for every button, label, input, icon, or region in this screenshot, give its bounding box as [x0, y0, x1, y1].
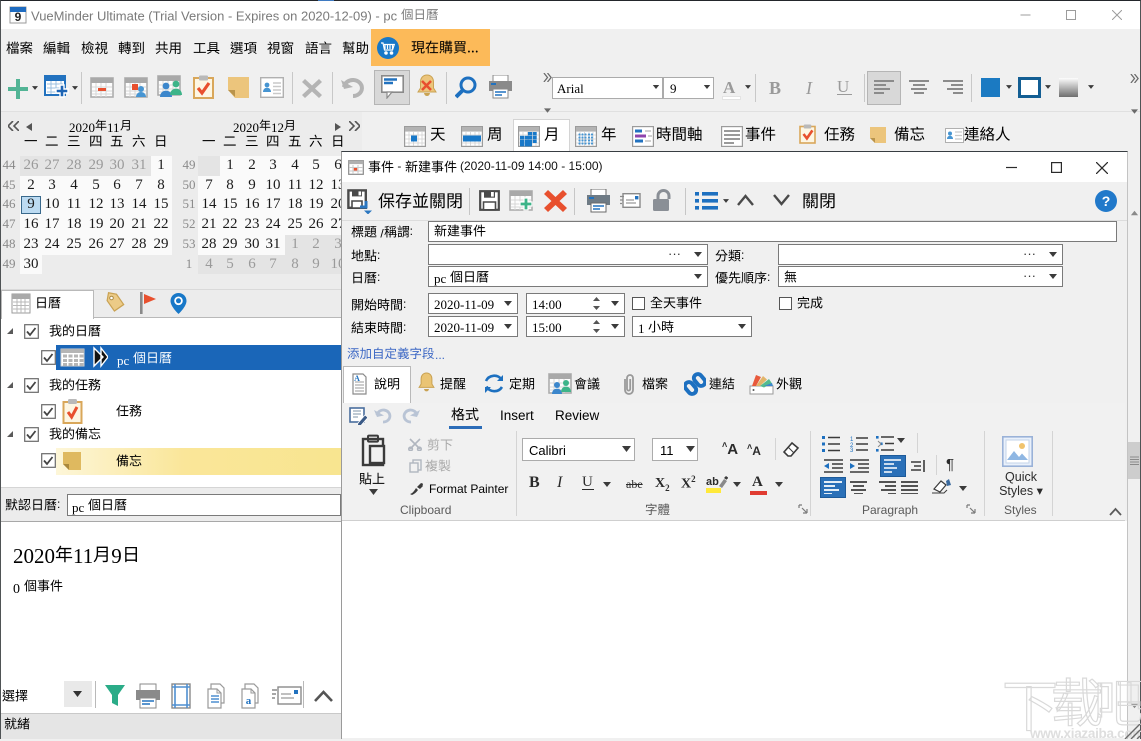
- svg-text:3: 3: [850, 448, 854, 452]
- svg-text:a: a: [246, 695, 252, 707]
- svg-text:A: A: [354, 374, 360, 383]
- svg-text:9: 9: [15, 10, 22, 24]
- svg-text:ab: ab: [706, 476, 719, 488]
